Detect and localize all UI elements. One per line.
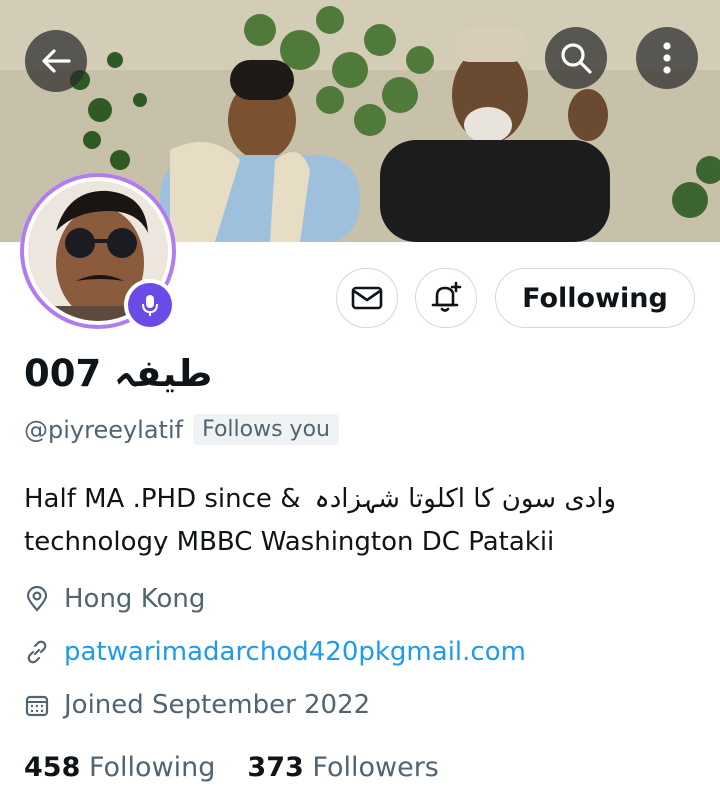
voice-badge[interactable] [124,279,176,331]
followers-label: Followers [312,752,439,783]
followers-count: 373 [247,752,304,783]
location-text: Hong Kong [64,584,206,614]
following-label: Following [88,752,216,783]
message-button[interactable] [336,268,398,328]
notifications-button[interactable] [415,268,477,328]
follows-you-badge: Follows you [193,414,339,445]
handle-row: @piyreeylatif Follows you [24,414,339,445]
bio-line-1: Half MA .PHD since & [24,484,301,514]
back-button[interactable] [25,30,87,92]
display-name: طيفہ 007 [24,352,213,395]
link-icon [27,640,47,664]
following-button[interactable]: Following [495,268,695,328]
following-stat[interactable]: 458 Following [24,752,215,783]
more-options-button[interactable] [636,27,698,89]
bio-urdu: وادی سون کا اکلوتا شہزادہ [314,484,617,514]
location-pin-icon [26,586,48,612]
followers-stat[interactable]: 373 Followers [247,752,438,783]
following-count: 458 [24,752,81,783]
arrow-left-icon [42,49,71,73]
envelope-icon [351,286,383,310]
follow-stats: 458 Following 373 Followers [24,752,439,783]
more-vertical-icon [663,42,671,74]
website-row: patwarimadarchod420pkgmail.com [24,637,526,667]
handle: @piyreeylatif [24,415,184,444]
search-button[interactable] [545,27,607,89]
joined-row: Joined September 2022 [24,690,370,720]
website-link[interactable]: patwarimadarchod420pkgmail.com [64,637,526,667]
joined-text: Joined September 2022 [64,690,371,720]
calendar-icon [25,695,49,717]
microphone-icon [142,295,158,316]
search-icon [561,43,592,74]
location-row: Hong Kong [24,584,205,614]
bell-plus-icon [431,281,462,312]
bio: Half MA .PHD since & وادی سون کا اکلوتا … [24,478,694,564]
bio-line-2: technology MBBC Washington DC Patakii [24,527,555,557]
